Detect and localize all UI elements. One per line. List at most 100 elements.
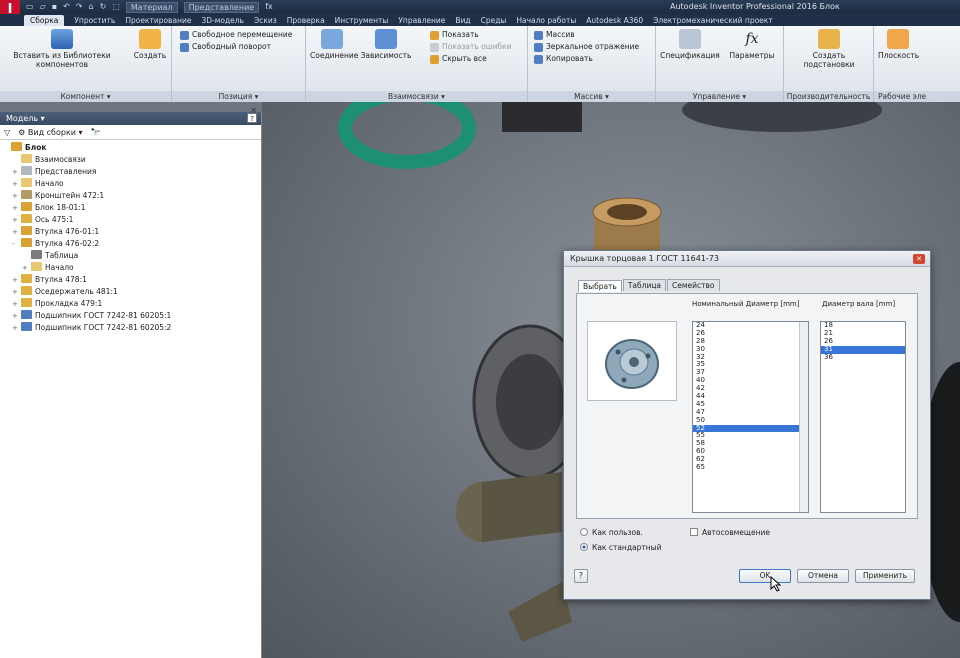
expand-icon[interactable]: + bbox=[12, 214, 21, 226]
ribbon-tab[interactable]: 3D-модель bbox=[201, 16, 244, 25]
diameter-list[interactable]: 24 26 28 30 32 35 37 40 42 44 45 47 50 52 55 58 60 62 65 bbox=[692, 321, 809, 513]
tree-node[interactable]: Таблица bbox=[2, 250, 261, 262]
tree-node[interactable]: + Ось 475:1 bbox=[2, 214, 261, 226]
free-move-button[interactable]: Свободное перемещение bbox=[180, 30, 292, 40]
panel-label-work[interactable]: Рабочие эле bbox=[874, 91, 960, 102]
tree-node[interactable]: + Кронштейн 472:1 bbox=[2, 190, 261, 202]
dialog-tab[interactable]: Семейство bbox=[667, 279, 720, 291]
radio-standard[interactable]: Как стандартный bbox=[580, 543, 661, 552]
insert-library-button[interactable]: Вставить из Библиотеки компонентов bbox=[4, 29, 120, 69]
parameters-button[interactable]: fx Параметры bbox=[724, 29, 780, 60]
ribbon-tab[interactable]: Среды bbox=[481, 16, 507, 25]
show-sick-button[interactable]: Показать ошибки bbox=[430, 42, 511, 52]
select-icon[interactable]: ⬚ bbox=[112, 2, 120, 13]
list-item[interactable]: 40 bbox=[693, 376, 808, 385]
ribbon-tab[interactable]: Сборка bbox=[24, 14, 65, 26]
expand-icon[interactable]: + bbox=[12, 322, 21, 334]
shaft-list[interactable]: 18 21 26 31 36 bbox=[820, 321, 906, 513]
expand-icon[interactable]: + bbox=[22, 262, 31, 274]
plane-button[interactable]: Плоскость bbox=[878, 29, 919, 60]
ok-button[interactable]: OK bbox=[739, 569, 791, 583]
joint-button[interactable]: Соединение bbox=[310, 29, 358, 60]
expand-icon[interactable]: + bbox=[12, 286, 21, 298]
list-item[interactable]: 62 bbox=[693, 455, 808, 464]
pattern-button[interactable]: Массив bbox=[534, 30, 575, 40]
tree-node[interactable]: + Начало bbox=[2, 262, 261, 274]
tree-node[interactable]: Блок bbox=[2, 142, 261, 154]
list-item[interactable]: 45 bbox=[693, 400, 808, 409]
formula-icon[interactable]: fx bbox=[265, 2, 273, 13]
list-item[interactable]: 65 bbox=[693, 463, 808, 472]
list-item[interactable]: 37 bbox=[693, 368, 808, 377]
list-item[interactable]: 52 bbox=[693, 424, 808, 433]
tree-node[interactable]: + Прокладка 479:1 bbox=[2, 298, 261, 310]
redo-icon[interactable]: ↷ bbox=[76, 2, 83, 13]
find-icon[interactable]: 🔭 bbox=[91, 128, 101, 137]
save-icon[interactable]: ▪ bbox=[52, 2, 57, 13]
tree-node[interactable]: + Подшипник ГОСТ 7242-81 60205:2 bbox=[2, 322, 261, 334]
copy-button[interactable]: Копировать bbox=[534, 54, 593, 64]
expand-icon[interactable]: + bbox=[12, 226, 21, 238]
tree-node[interactable]: + Подшипник ГОСТ 7242-81 60205:1 bbox=[2, 310, 261, 322]
ribbon-tab[interactable]: Упростить bbox=[74, 16, 115, 25]
panel-label-component[interactable]: Компонент ▾ bbox=[0, 91, 171, 102]
list-item[interactable]: 26 bbox=[821, 337, 905, 346]
diameter-scrollbar[interactable] bbox=[799, 322, 808, 512]
apply-button[interactable]: Применить bbox=[855, 569, 915, 583]
expand-icon[interactable]: + bbox=[12, 178, 21, 190]
expand-icon[interactable]: + bbox=[12, 202, 21, 214]
list-item[interactable]: 30 bbox=[693, 345, 808, 354]
open-icon[interactable]: ▱ bbox=[40, 2, 46, 13]
ribbon-tab[interactable]: Вид bbox=[455, 16, 470, 25]
ribbon-tab[interactable]: Начало работы bbox=[516, 16, 576, 25]
list-item[interactable]: 47 bbox=[693, 408, 808, 417]
dialog-close-icon[interactable]: ✕ bbox=[913, 254, 925, 264]
ribbon-tab[interactable]: Управление bbox=[398, 16, 445, 25]
undo-icon[interactable]: ↶ bbox=[63, 2, 70, 13]
tree-node[interactable]: + Оседержатель 481:1 bbox=[2, 286, 261, 298]
list-item[interactable]: 55 bbox=[693, 432, 808, 440]
expand-icon[interactable]: + bbox=[12, 190, 21, 202]
list-item[interactable]: 31 bbox=[821, 345, 905, 354]
constrain-button[interactable]: Зависимость bbox=[358, 29, 414, 60]
ribbon-tab[interactable]: Инструменты bbox=[335, 16, 389, 25]
new-icon[interactable]: ▭ bbox=[26, 2, 34, 13]
ribbon-tab[interactable]: Проверка bbox=[287, 16, 325, 25]
help-icon[interactable]: ? bbox=[247, 113, 257, 123]
expand-icon[interactable]: + bbox=[12, 166, 21, 178]
browser-title[interactable]: Модель ▾ bbox=[6, 114, 45, 123]
list-item[interactable]: 36 bbox=[821, 353, 905, 362]
tree-node[interactable]: - Втулка 476-02:2 bbox=[2, 238, 261, 250]
list-item[interactable]: 35 bbox=[693, 361, 808, 369]
show-button[interactable]: Показать bbox=[430, 30, 479, 40]
ribbon-tab[interactable]: Эскиз bbox=[254, 16, 277, 25]
expand-icon[interactable]: + bbox=[12, 298, 21, 310]
material-dropdown[interactable]: Материал bbox=[125, 2, 178, 13]
list-item[interactable]: 50 bbox=[693, 416, 808, 425]
update-icon[interactable]: ↻ bbox=[100, 2, 107, 13]
radio-custom-control[interactable] bbox=[580, 528, 588, 536]
auto-drop-checkbox[interactable]: Автосовмещение bbox=[690, 528, 770, 537]
list-item[interactable]: 28 bbox=[693, 337, 808, 346]
list-item[interactable]: 18 bbox=[821, 322, 905, 330]
expand-icon[interactable]: + bbox=[12, 310, 21, 322]
create-substitutes-button[interactable]: Создать подстановки bbox=[790, 29, 868, 69]
auto-drop-box[interactable] bbox=[690, 528, 698, 536]
ribbon-tab[interactable]: Проектирование bbox=[125, 16, 191, 25]
dialog-tab[interactable]: Таблица bbox=[622, 279, 667, 291]
panel-label-relationships[interactable]: Взаимосвязи ▾ bbox=[306, 91, 527, 102]
list-item[interactable]: 44 bbox=[693, 392, 808, 401]
dialog-help-button[interactable]: ? bbox=[574, 569, 588, 583]
list-item[interactable]: 21 bbox=[821, 329, 905, 338]
radio-standard-control[interactable] bbox=[580, 543, 588, 551]
filter-icon[interactable]: ▽ bbox=[4, 128, 10, 137]
view-selector[interactable]: ⚙ Вид сборки ▾ bbox=[18, 128, 82, 137]
home-icon[interactable]: ⌂ bbox=[89, 2, 94, 13]
list-item[interactable]: 26 bbox=[693, 329, 808, 338]
free-rotate-button[interactable]: Свободный поворот bbox=[180, 42, 271, 52]
tree-node[interactable]: + Начало bbox=[2, 178, 261, 190]
mirror-button[interactable]: Зеркальное отражение bbox=[534, 42, 639, 52]
tree-node[interactable]: + Втулка 476-01:1 bbox=[2, 226, 261, 238]
panel-label-manage[interactable]: Управление ▾ bbox=[656, 91, 783, 102]
list-item[interactable]: 32 bbox=[693, 353, 808, 362]
